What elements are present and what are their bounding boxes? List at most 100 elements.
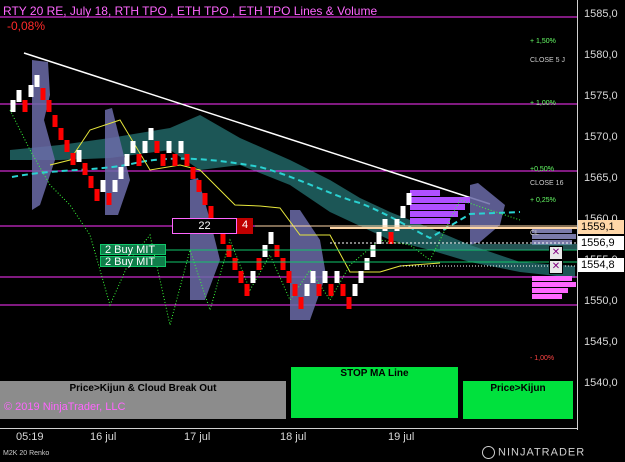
renko-brick <box>280 258 286 270</box>
renko-brick <box>10 100 16 112</box>
label-plus-1-50: + 1,50% <box>530 38 556 45</box>
ninjatrader-logo: NINJATRADER <box>482 446 585 459</box>
renko-brick <box>250 271 256 283</box>
logo-text: NINJATRADER <box>498 446 586 459</box>
renko-brick <box>364 258 370 270</box>
renko-brick <box>22 100 28 112</box>
renko-brick <box>238 271 244 283</box>
time-axis-line <box>0 428 577 429</box>
price-tick: 1585,0 <box>584 8 618 20</box>
close-order-icon[interactable]: ✕ <box>549 246 563 260</box>
renko-brick <box>52 115 58 127</box>
renko-brick <box>394 219 400 231</box>
time-tick: 05:19 <box>16 431 44 443</box>
renko-brick <box>340 284 346 296</box>
renko-brick <box>64 140 70 152</box>
renko-brick <box>262 245 268 257</box>
renko-brick <box>406 193 412 205</box>
time-tick: 19 jul <box>388 431 415 443</box>
price-kijun-cloud-button[interactable]: Price>Kijun & Cloud Break Out <box>0 381 286 419</box>
renko-brick <box>208 206 214 218</box>
renko-brick <box>298 297 304 309</box>
price-tick: 1570,0 <box>584 131 618 143</box>
time-tick: 16 jul <box>90 431 117 443</box>
order-quantity-badge[interactable]: 4 <box>237 218 253 234</box>
renko-brick <box>124 154 130 166</box>
renko-brick <box>292 284 298 296</box>
label-cl: CL <box>530 230 539 237</box>
renko-brick <box>130 141 136 153</box>
renko-brick <box>256 258 262 270</box>
label-plus-0-50: +0,50% <box>530 166 554 173</box>
renko-brick <box>88 176 94 188</box>
renko-brick <box>346 297 352 309</box>
buy-mit-order-1[interactable]: 2 Buy MIT <box>100 244 166 256</box>
logo-ring-icon <box>482 446 495 459</box>
renko-brick <box>82 163 88 175</box>
renko-brick <box>94 189 100 201</box>
renko-brick <box>352 284 358 296</box>
renko-brick <box>202 193 208 205</box>
instrument-label: M2K 20 Renko <box>3 450 50 457</box>
label-plus-1-00: + 1,00% <box>530 100 556 107</box>
renko-brick <box>166 141 172 153</box>
copyright: © 2019 NinjaTrader, LLC <box>4 401 126 413</box>
renko-brick <box>172 154 178 166</box>
price-tick: 1540,0 <box>584 377 618 389</box>
price-tick: 1575,0 <box>584 90 618 102</box>
chart-title: RTY 20 RE, July 18, RTH TPO , ETH TPO , … <box>3 4 378 18</box>
renko-brick <box>118 167 124 179</box>
price-tick: 1550,0 <box>584 295 618 307</box>
time-tick: 17 jul <box>184 431 211 443</box>
buy-mit-order-2[interactable]: 2 Buy MIT <box>100 256 166 268</box>
renko-brick <box>244 284 250 296</box>
renko-brick <box>286 271 292 283</box>
time-tick: 18 jul <box>280 431 307 443</box>
renko-brick <box>268 232 274 244</box>
renko-brick <box>76 150 82 162</box>
renko-brick <box>322 271 328 283</box>
renko-brick <box>382 219 388 231</box>
price-kijun-button[interactable]: Price>Kijun <box>463 381 573 419</box>
stop-ma-line-label: STOP MA Line <box>340 368 409 379</box>
renko-brick <box>190 167 196 179</box>
renko-brick <box>16 90 22 102</box>
close-order-icon[interactable]: ✕ <box>549 260 563 274</box>
renko-brick <box>370 245 376 257</box>
upper-price-marker: 1559,1 <box>578 220 624 234</box>
renko-brick <box>358 271 364 283</box>
renko-brick <box>232 258 238 270</box>
renko-brick <box>28 85 34 97</box>
label-minus-1-00: - 1,00% <box>530 355 555 362</box>
renko-brick <box>46 100 52 112</box>
renko-brick <box>70 153 76 165</box>
renko-brick <box>274 245 280 257</box>
renko-brick <box>100 180 106 192</box>
renko-brick <box>400 206 406 218</box>
renko-brick <box>304 284 310 296</box>
price-kijun-label: Price>Kijun <box>490 383 546 394</box>
renko-brick <box>34 75 40 87</box>
label-close-5: CLOSE 5 J <box>530 57 566 64</box>
order-quantity[interactable]: 22 <box>172 218 237 234</box>
renko-brick <box>196 180 202 192</box>
renko-brick <box>328 284 334 296</box>
last-price-marker: 1556,9 <box>578 236 624 250</box>
renko-brick <box>388 232 394 244</box>
renko-brick <box>106 193 112 205</box>
price-kijun-cloud-label: Price>Kijun & Cloud Break Out <box>69 383 217 394</box>
renko-brick <box>142 141 148 153</box>
renko-brick <box>310 271 316 283</box>
renko-brick <box>178 141 184 153</box>
change-percent: -0,08% <box>7 19 46 33</box>
chart-panel[interactable]: RTY 20 RE, July 18, RTH TPO , ETH TPO , … <box>0 0 625 462</box>
renko-brick <box>184 154 190 166</box>
renko-brick <box>40 88 46 100</box>
renko-brick <box>58 128 64 140</box>
price-tick: 1580,0 <box>584 49 618 61</box>
price-tick: 1545,0 <box>584 336 618 348</box>
renko-brick <box>316 284 322 296</box>
stop-ma-line-button[interactable]: STOP MA Line <box>291 367 458 418</box>
label-close-16: CLOSE 16 <box>530 180 564 187</box>
label-plus-0-25: + 0,25% <box>530 197 556 204</box>
